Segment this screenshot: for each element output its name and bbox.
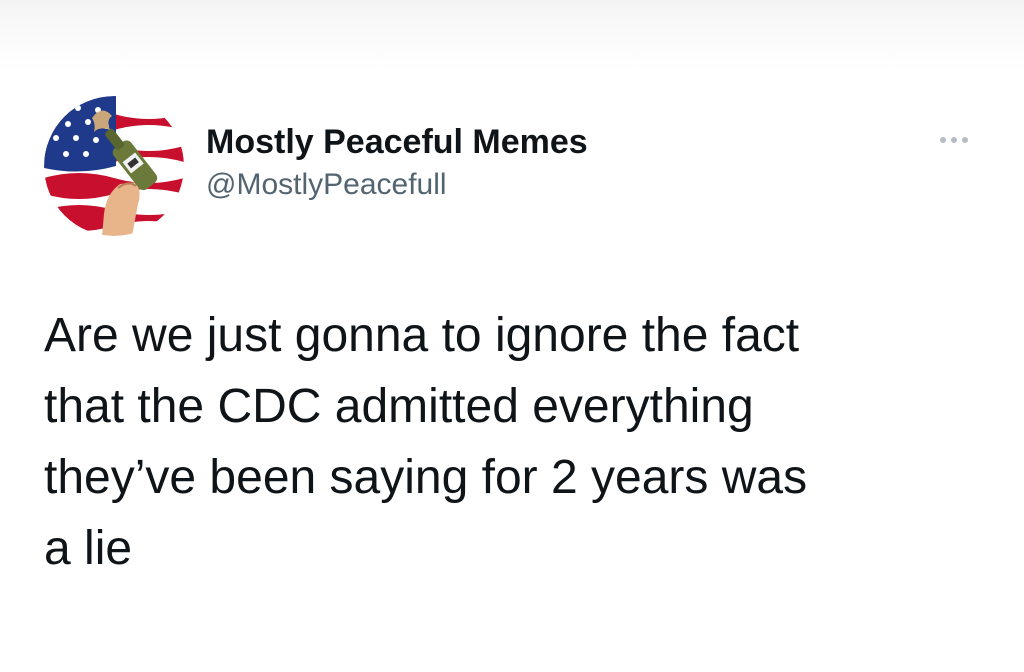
tweet-header: Mostly Peaceful Memes @MostlyPeacefull (44, 96, 984, 236)
tweet-text: Are we just gonna to ignore the fact tha… (44, 309, 808, 575)
author-identity: Mostly Peaceful Memes @MostlyPeacefull (206, 122, 588, 204)
author-display-name[interactable]: Mostly Peaceful Memes (206, 122, 588, 162)
more-options-icon (940, 137, 946, 143)
more-options-icon (962, 137, 968, 143)
flag-bottle-avatar-icon (44, 96, 184, 236)
more-options-button[interactable] (924, 120, 984, 160)
screenshot-page: Mostly Peaceful Memes @MostlyPeacefull A… (0, 0, 1024, 672)
avatar[interactable] (44, 96, 184, 236)
author-handle[interactable]: @MostlyPeacefull (206, 166, 588, 204)
more-options-icon (951, 137, 957, 143)
tweet-card: Mostly Peaceful Memes @MostlyPeacefull A… (0, 0, 1024, 672)
